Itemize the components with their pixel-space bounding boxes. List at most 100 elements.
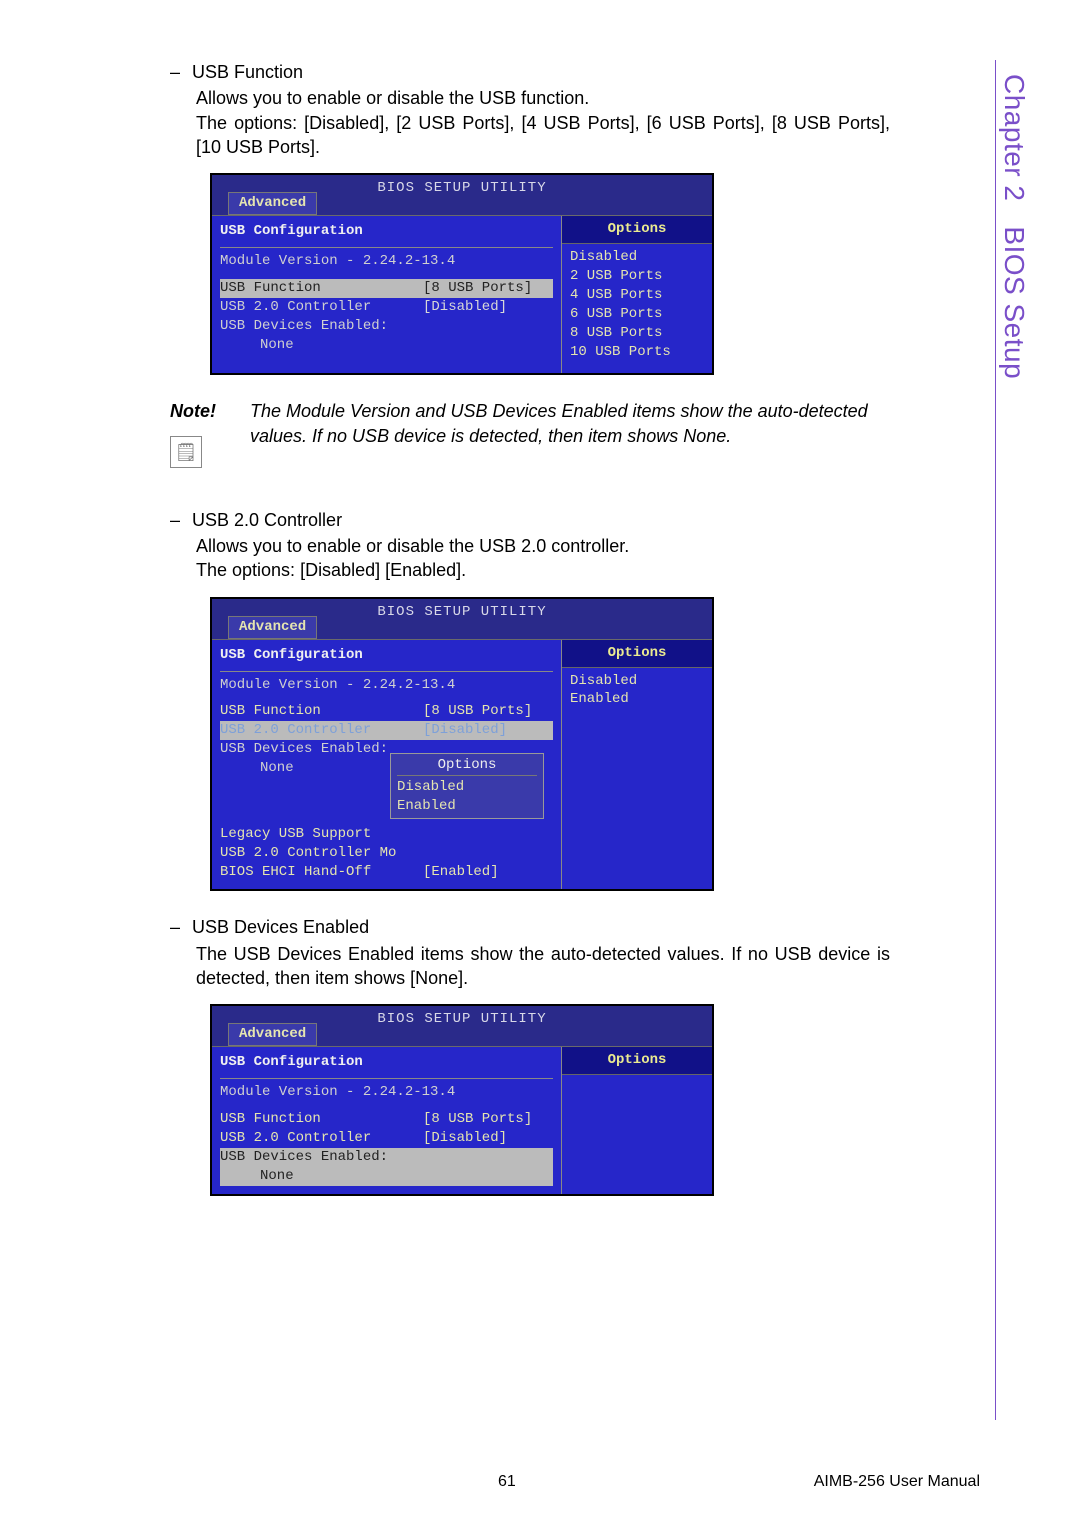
bios-body: USB Configuration Module Version - 2.24.…: [212, 215, 712, 373]
desc-line: Allows you to enable or disable the USB …: [196, 88, 589, 108]
note-block: Note! 🗒 The Module Version and USB Devic…: [170, 399, 890, 467]
section-usb-function: – USB Function: [170, 60, 890, 84]
row-usb-devices-enabled: USB Devices Enabled:: [220, 317, 553, 336]
chapter-side-label: Chapter 2 BIOS Setup: [996, 60, 1030, 379]
section-desc: The USB Devices Enabled items show the a…: [196, 942, 890, 991]
page-content: – USB Function Allows you to enable or d…: [170, 60, 890, 1196]
module-version: Module Version - 2.24.2-13.4: [220, 676, 553, 695]
row-ehci-handoff[interactable]: BIOS EHCI Hand-Off [Enabled]: [220, 863, 553, 882]
cell-value: [8 USB Ports]: [423, 1110, 553, 1129]
options-list: [562, 1075, 712, 1083]
cell-label: BIOS EHCI Hand-Off: [220, 863, 423, 882]
divider: [220, 1078, 553, 1079]
bios-screenshot-3: BIOS SETUP UTILITY Advanced USB Configur…: [210, 1004, 714, 1195]
row-usb20-mode[interactable]: USB 2.0 Controller Mo: [220, 844, 553, 863]
option-item[interactable]: 10 USB Ports: [570, 343, 704, 362]
bios-right-panel: Options Disabled 2 USB Ports 4 USB Ports…: [562, 216, 712, 373]
bios-section-title: USB Configuration: [220, 646, 553, 665]
row-usb-function[interactable]: USB Function [8 USB Ports]: [220, 702, 553, 721]
bios-body: USB Configuration Module Version - 2.24.…: [212, 639, 712, 890]
bios-left-panel: USB Configuration Module Version - 2.24.…: [212, 1047, 562, 1193]
option-item[interactable]: 6 USB Ports: [570, 305, 704, 324]
row-with-popup: None Options Disabled Enabled: [220, 759, 553, 825]
module-version: Module Version - 2.24.2-13.4: [220, 1083, 553, 1102]
manual-name: AIMB-256 User Manual: [814, 1473, 980, 1491]
option-item[interactable]: 2 USB Ports: [570, 267, 704, 286]
section-title: USB Devices Enabled: [192, 915, 369, 939]
note-text: The Module Version and USB Devices Enabl…: [250, 399, 890, 467]
divider: [220, 247, 553, 248]
bios-titlebar: BIOS SETUP UTILITY Advanced: [212, 599, 712, 639]
bullet-dash: –: [170, 508, 182, 532]
row-usb-function[interactable]: USB Function [8 USB Ports]: [220, 279, 553, 298]
row-usb-function[interactable]: USB Function [8 USB Ports]: [220, 1110, 553, 1129]
option-item[interactable]: 4 USB Ports: [570, 286, 704, 305]
chapter-section: BIOS Setup: [999, 226, 1030, 379]
page-number: 61: [498, 1473, 516, 1491]
row-usb20-controller[interactable]: USB 2.0 Controller [Disabled]: [220, 721, 553, 740]
options-header: Options: [562, 1047, 712, 1075]
cell-value: [8 USB Ports]: [423, 702, 553, 721]
popup-title: Options: [397, 756, 537, 776]
section-title: USB 2.0 Controller: [192, 508, 342, 532]
page-footer: 61 AIMB-256 User Manual: [0, 1473, 1080, 1491]
row-usb20-controller[interactable]: USB 2.0 Controller [Disabled]: [220, 298, 553, 317]
note-label: Note!: [170, 399, 236, 423]
cell-label: USB 2.0 Controller: [220, 721, 423, 740]
section-desc: Allows you to enable or disable the USB …: [196, 534, 890, 583]
options-list: Disabled 2 USB Ports 4 USB Ports 6 USB P…: [562, 244, 712, 365]
bios-right-panel: Options Disabled Enabled: [562, 640, 712, 890]
options-popup: Options Disabled Enabled: [390, 753, 544, 819]
bios-left-panel: USB Configuration Module Version - 2.24.…: [212, 216, 562, 373]
options-header: Options: [562, 640, 712, 668]
bios-body: USB Configuration Module Version - 2.24.…: [212, 1046, 712, 1193]
cell-label: None: [220, 1167, 553, 1186]
section-desc: Allows you to enable or disable the USB …: [196, 86, 890, 159]
row-usb20-controller[interactable]: USB 2.0 Controller [Disabled]: [220, 1129, 553, 1148]
options-list: Disabled Enabled: [562, 668, 712, 714]
note-left: Note! 🗒: [170, 399, 236, 467]
bios-left-panel: USB Configuration Module Version - 2.24.…: [212, 640, 562, 890]
option-item[interactable]: Disabled: [570, 248, 704, 267]
bios-tab-advanced[interactable]: Advanced: [228, 1023, 317, 1046]
cell-label: USB 2.0 Controller: [220, 298, 423, 317]
bios-tab-advanced[interactable]: Advanced: [228, 616, 317, 639]
desc-line: Allows you to enable or disable the USB …: [196, 536, 629, 556]
row-none: None: [220, 1167, 553, 1186]
bios-right-panel: Options: [562, 1047, 712, 1193]
desc-line: The USB Devices Enabled items show the a…: [196, 944, 890, 988]
row-usb-devices-enabled: USB Devices Enabled:: [220, 1148, 553, 1167]
bullet-dash: –: [170, 60, 182, 84]
cell-label: USB Devices Enabled:: [220, 1148, 553, 1167]
option-item[interactable]: Disabled: [570, 672, 704, 691]
bios-tab-advanced[interactable]: Advanced: [228, 192, 317, 215]
section-usb-devices-enabled: – USB Devices Enabled: [170, 915, 890, 939]
cell-label: USB Devices Enabled:: [220, 317, 553, 336]
row-none: None: [220, 336, 553, 355]
row-legacy-usb[interactable]: Legacy USB Support: [220, 825, 553, 844]
cell-label: USB Function: [220, 279, 423, 298]
cell-value: [8 USB Ports]: [423, 279, 553, 298]
bios-titlebar: BIOS SETUP UTILITY Advanced: [212, 1006, 712, 1046]
note-icon: 🗒: [170, 436, 202, 468]
bullet-dash: –: [170, 915, 182, 939]
bios-screenshot-2: BIOS SETUP UTILITY Advanced USB Configur…: [210, 597, 714, 892]
bios-titlebar: BIOS SETUP UTILITY Advanced: [212, 175, 712, 215]
desc-line: The options: [Disabled] [Enabled].: [196, 560, 466, 580]
cell-label: USB 2.0 Controller: [220, 1129, 423, 1148]
cell-value: [Disabled]: [423, 721, 553, 740]
option-item[interactable]: 8 USB Ports: [570, 324, 704, 343]
options-header: Options: [562, 216, 712, 244]
bios-section-title: USB Configuration: [220, 222, 553, 241]
bios-screenshot-1: BIOS SETUP UTILITY Advanced USB Configur…: [210, 173, 714, 375]
cell-label: USB Function: [220, 702, 423, 721]
popup-item[interactable]: Enabled: [397, 797, 537, 816]
cell-value: [Enabled]: [423, 863, 553, 882]
section-usb20-controller: – USB 2.0 Controller: [170, 508, 890, 532]
cell-label: USB Function: [220, 1110, 423, 1129]
cell-value: [Disabled]: [423, 298, 553, 317]
cell-label: USB 2.0 Controller Mo: [220, 844, 553, 863]
desc-line: The options: [Disabled], [2 USB Ports], …: [196, 113, 890, 157]
option-item[interactable]: Enabled: [570, 690, 704, 709]
popup-item[interactable]: Disabled: [397, 778, 537, 797]
